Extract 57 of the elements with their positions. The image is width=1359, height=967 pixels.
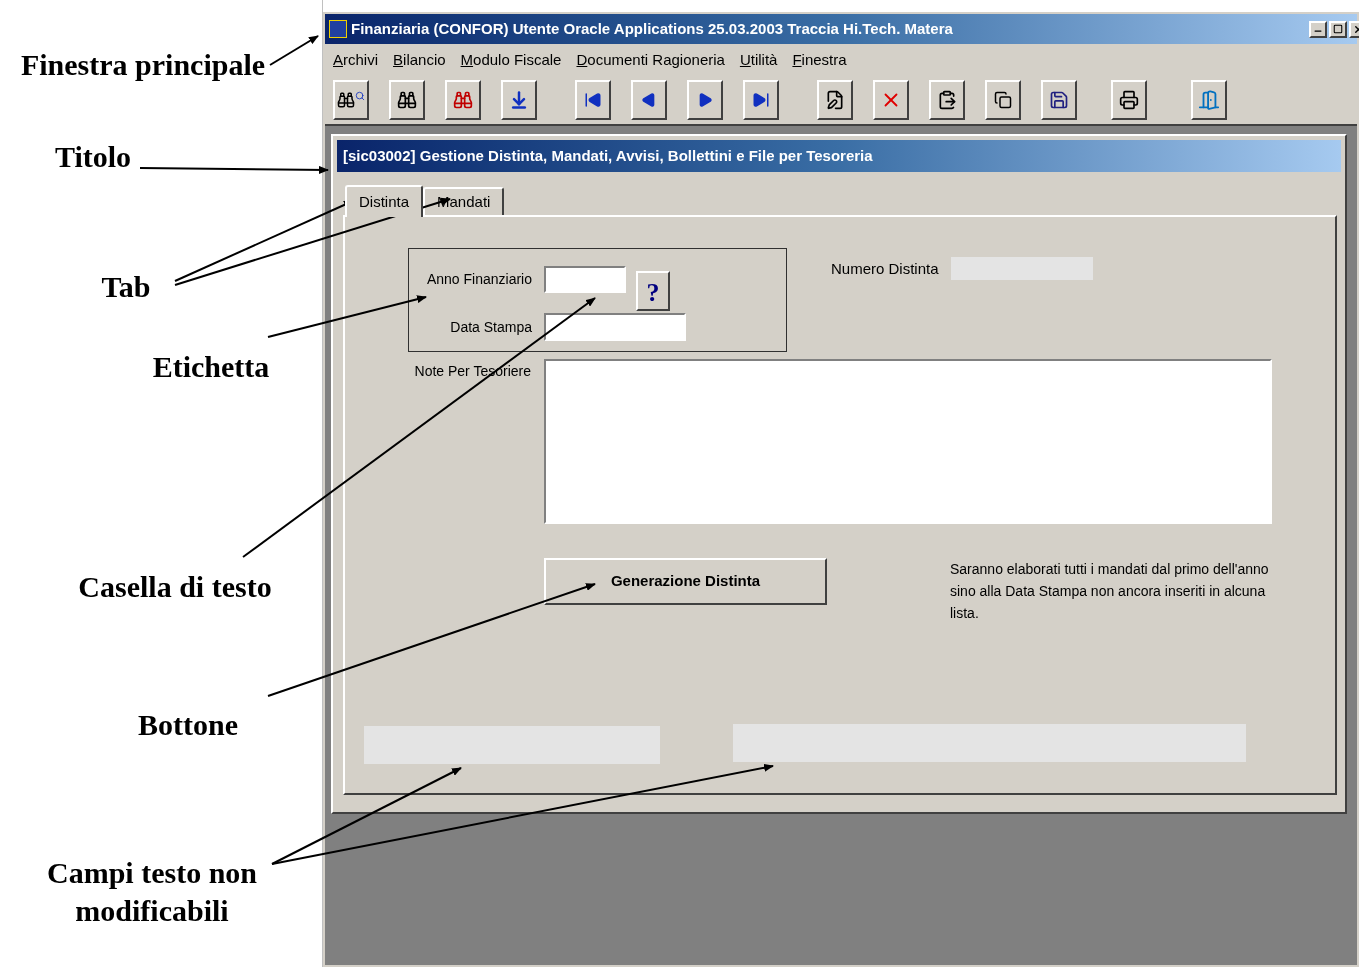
maximize-icon	[1333, 24, 1343, 34]
save-button[interactable]	[1041, 80, 1077, 120]
printer-icon	[1119, 90, 1139, 110]
annotation-label: Casella di testo	[77, 569, 273, 605]
annotation-label: Campi testo non modificabili	[46, 855, 258, 929]
first-record-button[interactable]	[575, 80, 611, 120]
delete-button[interactable]	[873, 80, 909, 120]
document-pen-icon	[825, 90, 845, 110]
menu-item[interactable]: Modulo Fiscale	[460, 48, 562, 72]
form-title: [sic03002] Gestione Distinta, Mandati, Avvisi, Bollettini e File per Tesoreria	[343, 145, 873, 166]
binoculars-icon	[397, 90, 417, 110]
exit-button[interactable]	[1191, 80, 1227, 120]
annotation-label: Titolo	[53, 139, 133, 175]
clipboard-icon	[937, 90, 957, 110]
help-button[interactable]: ?	[636, 271, 670, 311]
cancel-query-button[interactable]	[445, 80, 481, 120]
maximize-button[interactable]	[1329, 20, 1347, 38]
input-field[interactable]	[544, 266, 626, 293]
menu-item[interactable]: Archivi	[333, 48, 379, 72]
skip-back-icon	[584, 91, 602, 109]
left-triangle-icon	[641, 92, 657, 108]
binoculars-question-icon	[337, 91, 365, 109]
minimize-button[interactable]	[1309, 20, 1327, 38]
edit-button[interactable]	[817, 80, 853, 120]
menu-item[interactable]: Documenti Ragioneria	[576, 48, 725, 72]
input-field[interactable]	[544, 313, 686, 341]
next-record-button[interactable]	[687, 80, 723, 120]
app-icon	[329, 20, 347, 38]
copy-button[interactable]	[985, 80, 1021, 120]
generate-button[interactable]: Generazione Distinta	[544, 558, 827, 605]
field-label: Numero Distinta	[831, 259, 939, 279]
window-title: Finanziaria (CONFOR) Utente Oracle Applications 25.03.2003 Traccia Hi.Tech. Matera	[351, 18, 954, 39]
menu-item[interactable]: Finestra	[792, 48, 847, 72]
annotation-label: Bottone	[137, 707, 239, 743]
fetch-all-button[interactable]	[501, 80, 537, 120]
query-help-button[interactable]	[333, 80, 369, 120]
field-label: Data Stampa	[449, 317, 532, 337]
info-text: Saranno elaborati tutti i mandati dal primo dell'anno sino alla Data Stampa non ancora inseriti in alcuna lista.	[950, 560, 1270, 623]
previous-record-button[interactable]	[631, 80, 667, 120]
binoculars-cross-icon	[453, 90, 473, 110]
annotation-label: Finestra principale	[19, 47, 267, 83]
down-to-line-icon	[509, 90, 529, 110]
last-record-button[interactable]	[743, 80, 779, 120]
door-icon	[1198, 89, 1220, 111]
field-label: Anno Finanziario	[425, 270, 532, 289]
print-button[interactable]	[1111, 80, 1147, 120]
annotation-label: Etichetta	[151, 349, 271, 385]
find-button[interactable]	[389, 80, 425, 120]
annotation-label: Tab	[100, 269, 152, 305]
pointer-arrow	[269, 35, 319, 66]
tab[interactable]: Distinta	[345, 185, 424, 217]
skip-forward-icon	[752, 91, 770, 109]
right-triangle-icon	[697, 92, 713, 108]
copy-icon	[994, 91, 1012, 109]
menu-item[interactable]: Utilità	[739, 48, 778, 72]
paste-button[interactable]	[929, 80, 965, 120]
menu-item[interactable]: Bilancio	[393, 48, 446, 72]
